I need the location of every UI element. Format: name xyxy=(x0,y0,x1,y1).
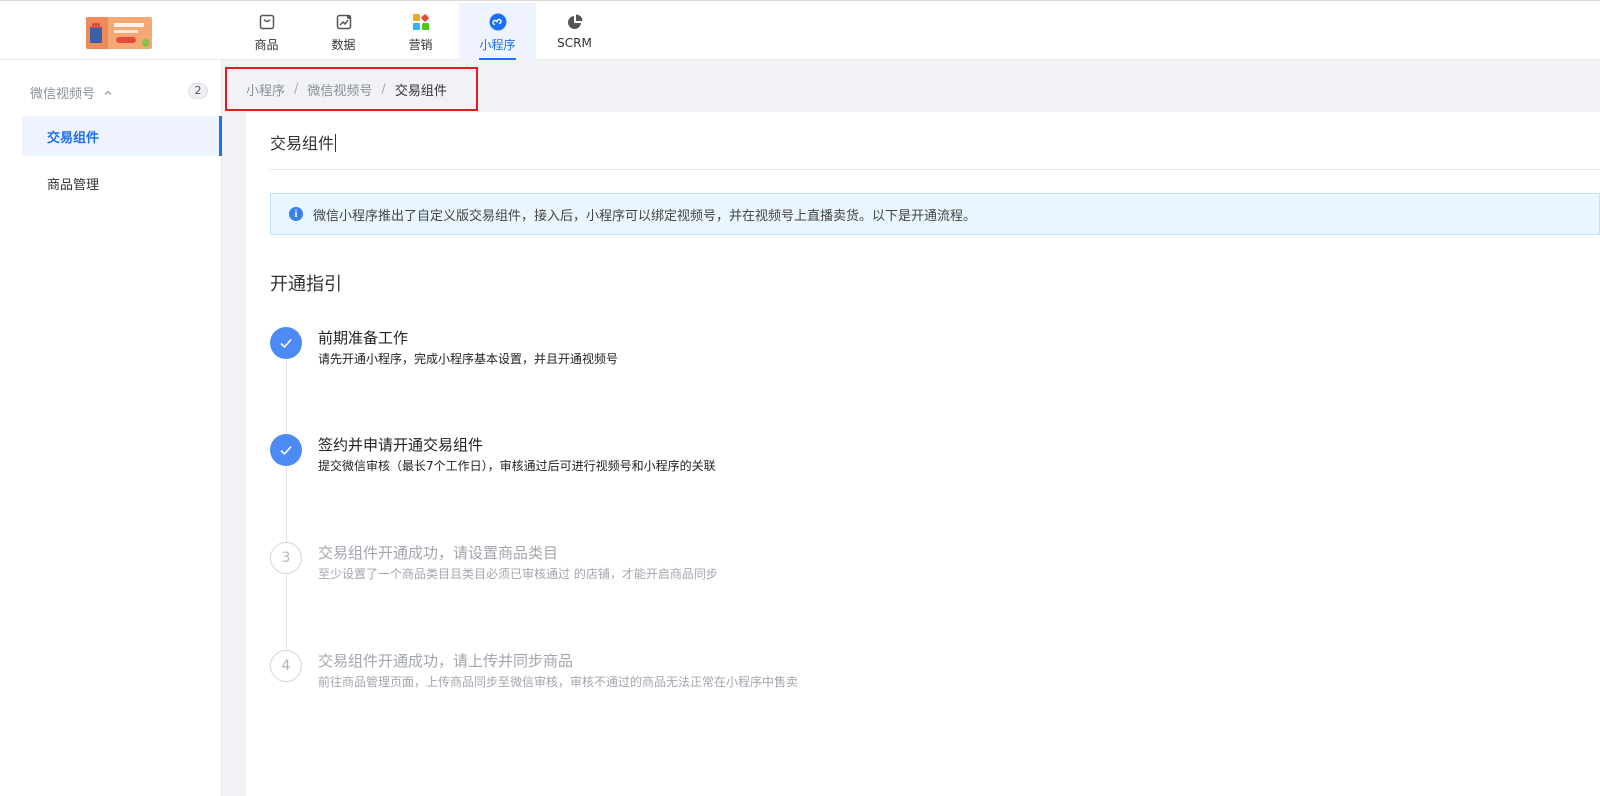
step-3-number: 3 xyxy=(270,542,302,574)
bag-icon xyxy=(258,13,276,31)
sidebar-item-label: 商品管理 xyxy=(47,177,100,193)
step-1-desc: 请先开通小程序，完成小程序基本设置，并且开通视频号 xyxy=(318,352,619,366)
step-2-check-icon xyxy=(270,434,302,466)
sidebar: 微信视频号 2 交易组件 商品管理 xyxy=(0,60,222,796)
step-3-title: 交易组件开通成功，请设置商品类目 xyxy=(318,544,559,562)
info-alert: i 微信小程序推出了自定义版交易组件，接入后，小程序可以绑定视频号，并在视频号上… xyxy=(270,193,1600,235)
step-3-desc: 至少设置了一个商品类目且类目必须已审核通过 的店铺，才能开启商品同步 xyxy=(318,567,718,581)
main-nav: 商品 数据 营销 小程序 SCRM xyxy=(228,3,613,60)
step-4-desc: 前往商品管理页面，上传商品同步至微信审核，审核不通过的商品无法正常在小程序中售卖 xyxy=(318,675,799,689)
step-2-desc: 提交微信审核（最长7个工作日），审核通过后可进行视频号和小程序的关联 xyxy=(318,459,716,473)
breadcrumb-separator: / xyxy=(294,81,299,97)
nav-item-data[interactable]: 数据 xyxy=(305,3,382,60)
sidebar-group-label: 微信视频号 xyxy=(30,86,96,102)
step-1-title: 前期准备工作 xyxy=(318,329,409,347)
steps-connector-line xyxy=(286,358,287,666)
nav-label: 数据 xyxy=(331,38,356,52)
nav-label: SCRM xyxy=(557,36,592,50)
sidebar-item-goods-management[interactable]: 商品管理 xyxy=(22,163,222,203)
section-title: 开通指引 xyxy=(270,274,342,295)
sidebar-group-count-badge: 2 xyxy=(188,83,208,99)
breadcrumb: 小程序 / 微信视频号 / 交易组件 xyxy=(225,67,478,111)
step-1-check-icon xyxy=(270,327,302,359)
info-alert-text: 微信小程序推出了自定义版交易组件，接入后，小程序可以绑定视频号，并在视频号上直播… xyxy=(313,208,977,224)
nav-item-scrm[interactable]: SCRM xyxy=(536,3,613,60)
sidebar-item-label: 交易组件 xyxy=(47,130,100,146)
nav-label: 商品 xyxy=(254,38,279,52)
breadcrumb-item-miniprogram[interactable]: 小程序 xyxy=(246,80,285,99)
step-4-title: 交易组件开通成功，请上传并同步商品 xyxy=(318,652,574,670)
breadcrumb-current: 交易组件 xyxy=(394,83,447,99)
step-4-number: 4 xyxy=(270,650,302,682)
info-icon: i xyxy=(289,207,303,221)
nav-label: 小程序 xyxy=(479,38,516,52)
apps-icon xyxy=(412,13,430,31)
page-title-text: 交易组件 xyxy=(270,134,335,153)
text-caret xyxy=(335,134,337,152)
page-title: 交易组件 xyxy=(270,130,337,154)
sidebar-item-trade-component[interactable]: 交易组件 xyxy=(22,116,222,156)
chart-icon xyxy=(335,13,353,31)
nav-item-goods[interactable]: 商品 xyxy=(228,3,305,60)
pie-icon xyxy=(566,13,584,31)
nav-item-marketing[interactable]: 营销 xyxy=(382,3,459,60)
chevron-up-icon xyxy=(103,87,113,97)
breadcrumb-item-wechat-channels[interactable]: 微信视频号 xyxy=(307,80,372,99)
step-2-title: 签约并申请开通交易组件 xyxy=(318,436,484,454)
nav-label: 营销 xyxy=(408,38,433,52)
breadcrumb-separator: / xyxy=(381,81,386,97)
sidebar-group-wechat-channels[interactable]: 微信视频号 2 xyxy=(30,82,208,102)
top-bar: 商品 数据 营销 小程序 SCRM xyxy=(0,0,1600,60)
miniprogram-icon xyxy=(489,13,507,31)
shop-logo[interactable] xyxy=(86,17,152,49)
title-divider xyxy=(270,169,1600,170)
nav-item-miniprogram[interactable]: 小程序 xyxy=(459,3,536,60)
